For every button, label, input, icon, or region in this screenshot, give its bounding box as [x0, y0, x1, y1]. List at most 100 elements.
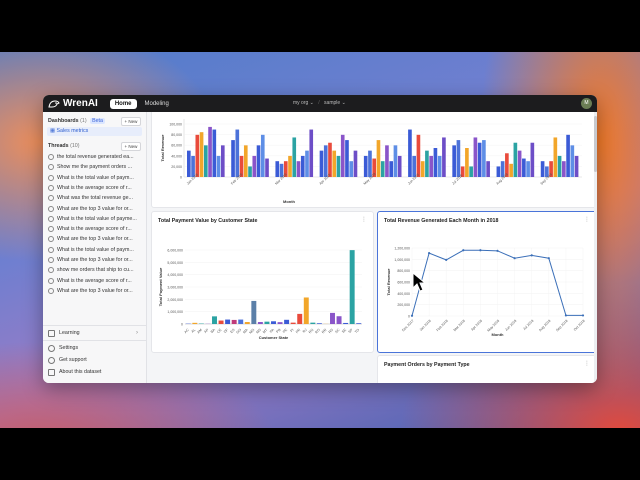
thread-item[interactable]: What are the top 3 value for or...: [48, 287, 140, 295]
bar: [517, 150, 522, 177]
nav-modeling-tab[interactable]: Modeling: [145, 101, 169, 107]
thread-title: What was the total revenue ge...: [57, 195, 133, 202]
thread-item[interactable]: What is the average score of r...: [48, 277, 140, 285]
mouse-cursor-icon: [412, 272, 426, 292]
bar: [212, 129, 217, 177]
state-payment-card[interactable]: Total Payment Value by Customer State ⋮ …: [151, 211, 374, 353]
sidebar-item-settings[interactable]: Settings: [48, 344, 142, 353]
bar: [265, 158, 269, 177]
scrollbar-thumb[interactable]: [594, 116, 597, 172]
chat-bubble-icon: [48, 257, 54, 263]
thread-item[interactable]: What is the total value of paym...: [48, 246, 140, 254]
document-icon: [48, 369, 55, 376]
thread-title: show me orders that ship to cu...: [57, 267, 134, 274]
y-tick-label: 1,000,000: [394, 258, 410, 262]
sidebar-item-sales-metrics[interactable]: ▦ Sales metrics: [47, 127, 142, 136]
sidebar-item-about[interactable]: About this dataset: [48, 368, 142, 377]
more-options-icon[interactable]: ⋮: [361, 216, 367, 223]
bar: [300, 155, 305, 177]
app-logo[interactable]: WrenAI: [48, 98, 98, 109]
chevron-down-icon: ⌄: [341, 100, 346, 106]
bar: [248, 166, 252, 177]
chat-bubble-icon: [48, 164, 54, 171]
data-point: [530, 254, 533, 257]
bar: [220, 145, 225, 177]
thread-title: the total revenue generated ea...: [57, 154, 134, 160]
thread-item[interactable]: What is the total value of payme...: [48, 215, 140, 223]
new-dashboard-button[interactable]: + New: [121, 117, 141, 126]
bar: [216, 155, 221, 177]
bar: [203, 145, 208, 177]
card-title: Total Revenue Generated Each Month in 20…: [384, 218, 499, 224]
y-tick-label: 100,000: [169, 123, 182, 127]
nav-home-tab[interactable]: Home: [109, 98, 137, 109]
bar: [349, 250, 355, 324]
bar: [557, 155, 562, 177]
x-tick-label: TO: [354, 328, 360, 334]
x-tick-label: ES: [230, 327, 237, 334]
x-axis-label: Month: [492, 332, 505, 337]
chat-bubble-icon: [48, 226, 54, 233]
bar: [540, 161, 545, 177]
bar: [251, 300, 257, 324]
thread-item[interactable]: What is the average score of r...: [48, 225, 140, 233]
bar: [309, 129, 314, 177]
payment-type-card[interactable]: Payment Orders by Payment Type ⋮: [377, 355, 597, 383]
user-avatar[interactable]: M: [581, 98, 592, 109]
revenue-by-month-card[interactable]: 100,000 80,000 60,000 40,000 20,000 0 Jan 2018…: [151, 112, 597, 208]
thread-item[interactable]: What is the average score of r...: [48, 184, 140, 192]
more-options-icon[interactable]: ⋮: [584, 360, 590, 367]
sidebar-item-support[interactable]: Get support: [48, 356, 142, 365]
bar: [257, 322, 263, 324]
bar: [356, 323, 362, 324]
bar: [328, 142, 332, 177]
bar: [187, 150, 191, 177]
thread-item[interactable]: the total revenue generated ea...: [48, 153, 140, 161]
bar: [433, 148, 438, 177]
new-thread-button[interactable]: + New: [121, 142, 141, 151]
app-window: WrenAI Home Modeling my org ⌄ / sample ⌄…: [43, 95, 597, 383]
bar: [199, 132, 204, 177]
x-tick-label: AP: [203, 327, 210, 334]
bar: [397, 155, 402, 177]
bar: [385, 145, 389, 177]
settings-label: Settings: [59, 345, 79, 351]
thread-item[interactable]: What is the total value of paym...: [48, 174, 140, 182]
project-selector[interactable]: my org ⌄ / sample ⌄: [293, 100, 346, 106]
y-tick-label: 0: [181, 323, 183, 327]
chat-bubble-icon: [48, 215, 54, 222]
y-tick-label: 4,000,000: [167, 273, 183, 277]
more-options-icon[interactable]: ⋮: [584, 216, 590, 223]
y-tick-label: 0: [180, 176, 182, 180]
bar: [522, 158, 526, 177]
thread-item[interactable]: show me orders that ship to cu...: [48, 266, 140, 274]
x-tick-label: BA: [210, 327, 217, 334]
gear-icon: [48, 345, 55, 352]
bar: [340, 134, 345, 177]
canvas-scrollbar[interactable]: [594, 112, 597, 383]
thread-title: What is the total value of payme...: [57, 215, 137, 222]
y-tick-label: 1,000,000: [167, 310, 183, 314]
x-tick-label: PB: [275, 327, 282, 334]
wren-bird-icon: [48, 99, 60, 107]
thread-item[interactable]: What are the top 3 value for or...: [48, 235, 140, 243]
thread-item[interactable]: What are the top 3 value for or...: [48, 205, 140, 213]
help-icon: [48, 357, 55, 364]
bar: [429, 155, 433, 177]
chat-bubble-icon: [48, 236, 54, 243]
card-title: Total Payment Value by Customer State: [158, 218, 258, 224]
bar: [465, 148, 469, 177]
x-tick-label: Oct 2018: [573, 319, 586, 332]
sidebar-item-learning[interactable]: Learning ›: [48, 329, 142, 338]
x-tick-label: AC: [184, 328, 191, 335]
thread-item[interactable]: What are the top 3 value for or...: [48, 256, 140, 264]
data-point: [496, 249, 499, 252]
bar: [477, 142, 482, 177]
bar: [290, 322, 296, 324]
thread-item[interactable]: What was the total revenue ge...: [48, 194, 140, 202]
thread-item[interactable]: Show me the payment orders ...: [48, 163, 140, 171]
bar: [452, 145, 456, 177]
monthly-revenue-card[interactable]: Total Revenue Generated Each Month in 20…: [377, 211, 597, 353]
bar: [256, 145, 261, 177]
y-tick-label: 3,000,000: [167, 286, 183, 290]
